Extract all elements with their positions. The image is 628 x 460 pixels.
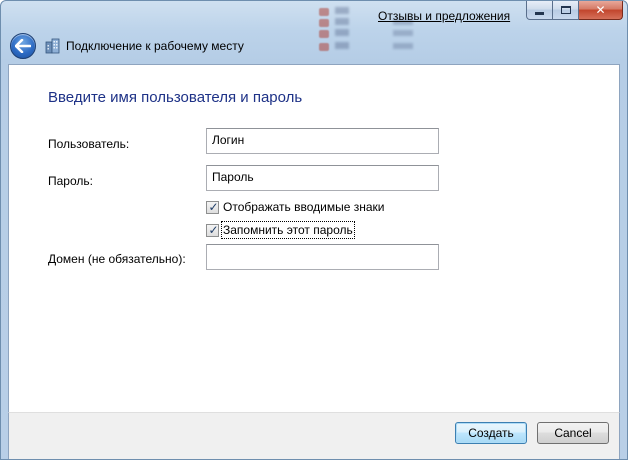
feedback-link[interactable]: Отзывы и предложения: [378, 9, 510, 23]
create-button[interactable]: Создать: [455, 422, 527, 444]
title-bar: Отзывы и предложения ✕ Подключение к раб…: [1, 1, 627, 64]
page-heading: Введите имя пользователя и пароль: [48, 89, 303, 106]
checkmark-icon: ✓: [208, 222, 219, 237]
back-arrow-icon: [15, 39, 31, 53]
username-label: Пользователь:: [48, 137, 130, 151]
back-button[interactable]: [10, 33, 36, 59]
remember-password-label: Запомнить этот пароль: [221, 221, 355, 239]
dialog-content: Введите имя пользователя и пароль Пользо…: [8, 64, 620, 412]
show-chars-checkbox[interactable]: ✓: [206, 199, 219, 214]
remember-password-checkbox[interactable]: ✓: [206, 222, 219, 237]
domain-field[interactable]: [206, 244, 439, 270]
password-field[interactable]: Пароль: [206, 165, 439, 191]
window-title: Подключение к рабочему месту: [66, 39, 244, 53]
checkmark-icon: ✓: [208, 199, 219, 214]
caption-buttons: ✕: [526, 1, 623, 21]
username-field[interactable]: Логин: [206, 128, 439, 154]
vpn-connection-window: Отзывы и предложения ✕ Подключение к раб…: [0, 0, 628, 460]
dialog-footer: Создать Cancel: [8, 412, 620, 459]
close-icon: ✕: [595, 3, 606, 17]
remember-password-option[interactable]: ✓ Запомнить этот пароль: [206, 221, 355, 239]
workplace-network-icon: [45, 38, 60, 54]
maximize-icon: [560, 6, 571, 14]
domain-label: Домен (не обязательно):: [48, 252, 186, 266]
close-button[interactable]: ✕: [579, 1, 623, 20]
minimize-icon: [535, 11, 544, 15]
minimize-button[interactable]: [526, 1, 553, 20]
password-label: Пароль:: [48, 174, 93, 188]
show-chars-option[interactable]: ✓ Отображать вводимые знаки: [206, 199, 384, 215]
maximize-button[interactable]: [553, 1, 579, 20]
cancel-button[interactable]: Cancel: [537, 422, 609, 444]
show-chars-label: Отображать вводимые знаки: [223, 200, 385, 214]
